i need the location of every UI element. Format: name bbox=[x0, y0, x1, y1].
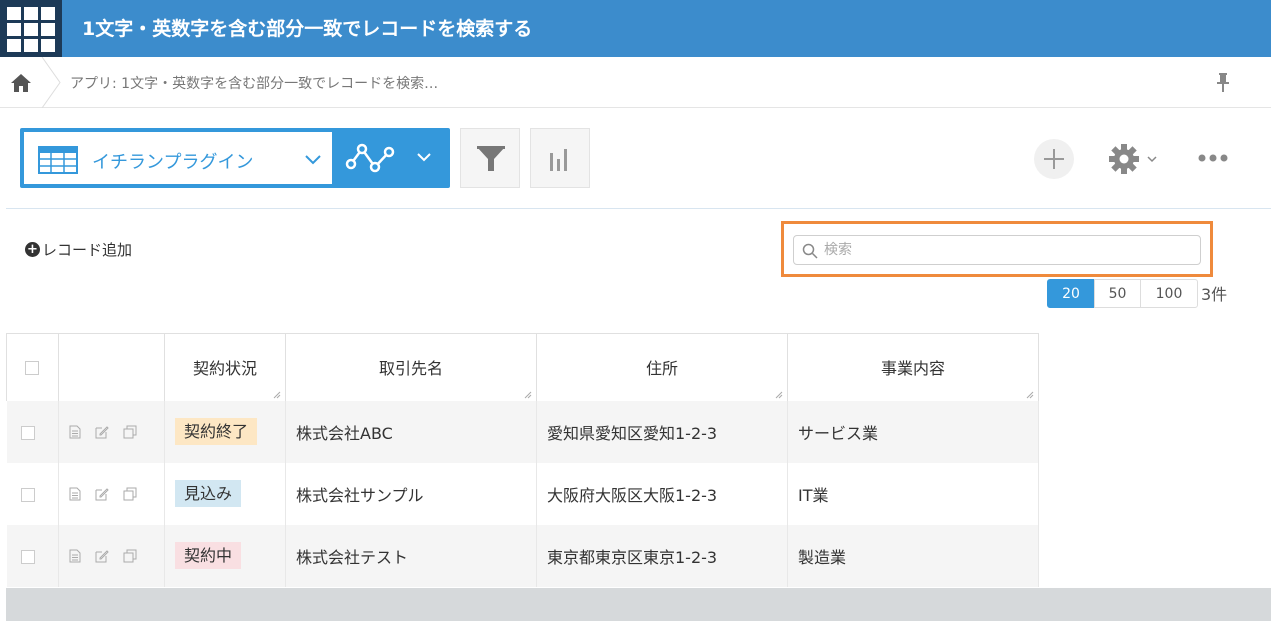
plus-circle-icon: + bbox=[25, 241, 40, 257]
add-record-link[interactable]: + レコード追加 bbox=[25, 238, 132, 260]
add-button[interactable] bbox=[1034, 139, 1074, 179]
page-size-50[interactable]: 50 bbox=[1094, 279, 1141, 308]
view-selector: イチランプラグイン bbox=[20, 128, 450, 188]
filter-icon bbox=[477, 146, 505, 171]
view-name: イチランプラグイン bbox=[92, 152, 254, 173]
page-size-100[interactable]: 100 bbox=[1140, 279, 1198, 308]
graph-chevron-down-icon[interactable] bbox=[416, 152, 432, 163]
bar-chart-icon bbox=[550, 149, 567, 171]
add-record-label: レコード追加 bbox=[42, 240, 133, 259]
copy-icon[interactable] bbox=[123, 549, 137, 563]
toolbar-divider bbox=[6, 208, 1271, 209]
app-header: 1文字・英数字を含む部分一致でレコードを検索する bbox=[0, 0, 1271, 57]
column-header-status[interactable]: 契約状況 bbox=[164, 333, 286, 401]
chevron-down-icon bbox=[305, 155, 321, 165]
resize-grip-icon[interactable] bbox=[524, 391, 532, 399]
graph-button[interactable] bbox=[530, 128, 590, 188]
more-icon bbox=[1198, 154, 1228, 162]
app-grid-icon[interactable] bbox=[0, 0, 62, 57]
table-view-icon bbox=[38, 146, 78, 174]
pin-icon[interactable] bbox=[1214, 71, 1232, 93]
search-icon bbox=[802, 243, 818, 259]
column-header-address[interactable]: 住所 bbox=[536, 333, 788, 401]
edit-icon[interactable] bbox=[95, 487, 109, 501]
company-cell: 株式会社テスト bbox=[285, 524, 537, 587]
table-row: 契約中 株式会社テスト 東京都東京区東京1-2-3 製造業 bbox=[6, 524, 1039, 587]
view-record-icon[interactable] bbox=[69, 487, 81, 501]
business-cell: サービス業 bbox=[787, 400, 1039, 463]
row-checkbox[interactable] bbox=[20, 425, 35, 440]
breadcrumb: アプリ: 1文字・英数字を含む部分一致でレコードを検索… bbox=[0, 57, 1271, 108]
row-checkbox[interactable] bbox=[20, 487, 35, 502]
view-dropdown[interactable]: イチランプラグイン bbox=[24, 132, 332, 184]
more-options-button[interactable] bbox=[1196, 150, 1232, 166]
business-cell: IT業 bbox=[787, 462, 1039, 525]
address-cell: 大阪府大阪区大阪1-2-3 bbox=[536, 462, 788, 525]
breadcrumb-app-link[interactable]: アプリ: 1文字・英数字を含む部分一致でレコードを検索… bbox=[70, 73, 438, 93]
settings-button[interactable] bbox=[1108, 142, 1164, 176]
status-badge: 契約終了 bbox=[175, 418, 258, 445]
copy-icon[interactable] bbox=[123, 487, 137, 501]
edit-icon[interactable] bbox=[95, 549, 109, 563]
select-all-header bbox=[6, 333, 59, 401]
footer-bar bbox=[6, 588, 1271, 621]
company-cell: 株式会社サンプル bbox=[285, 462, 537, 525]
company-cell: 株式会社ABC bbox=[285, 400, 537, 463]
record-count: 3件 bbox=[1201, 285, 1228, 304]
business-cell: 製造業 bbox=[787, 524, 1039, 587]
page-size-selector: 20 50 100 bbox=[1047, 279, 1198, 308]
search-input[interactable] bbox=[824, 239, 1194, 261]
resize-grip-icon[interactable] bbox=[775, 391, 783, 399]
table-row: 契約終了 株式会社ABC 愛知県愛知区愛知1-2-3 サービス業 bbox=[6, 400, 1039, 463]
address-cell: 愛知県愛知区愛知1-2-3 bbox=[536, 400, 788, 463]
view-record-icon[interactable] bbox=[69, 549, 81, 563]
column-header-business[interactable]: 事業内容 bbox=[787, 333, 1039, 401]
graph-view-icon[interactable] bbox=[344, 142, 402, 174]
row-checkbox[interactable] bbox=[20, 549, 35, 564]
copy-icon[interactable] bbox=[123, 425, 137, 439]
status-badge: 契約中 bbox=[175, 542, 242, 569]
records-table: 契約状況 取引先名 住所 事業内容 契約終了 株式会社ABC 愛知県愛知区愛知1… bbox=[6, 333, 1039, 587]
gear-icon bbox=[1109, 144, 1157, 174]
search-highlight-frame bbox=[781, 221, 1213, 277]
app-window: 1文字・英数字を含む部分一致でレコードを検索する アプリ: 1文字・英数字を含む… bbox=[0, 0, 1271, 621]
edit-icon[interactable] bbox=[95, 425, 109, 439]
column-header-company[interactable]: 取引先名 bbox=[285, 333, 537, 401]
table-header-row: 契約状況 取引先名 住所 事業内容 bbox=[6, 333, 1039, 401]
page-title: 1文字・英数字を含む部分一致でレコードを検索する bbox=[82, 18, 533, 40]
address-cell: 東京都東京区東京1-2-3 bbox=[536, 524, 788, 587]
table-row: 見込み 株式会社サンプル 大阪府大阪区大阪1-2-3 IT業 bbox=[6, 462, 1039, 525]
breadcrumb-separator bbox=[41, 57, 61, 108]
page-size-20[interactable]: 20 bbox=[1047, 279, 1095, 308]
select-all-checkbox[interactable] bbox=[25, 361, 39, 376]
home-icon[interactable] bbox=[8, 71, 34, 95]
filter-button[interactable] bbox=[460, 128, 520, 188]
view-record-icon[interactable] bbox=[69, 425, 81, 439]
search-box bbox=[793, 235, 1201, 265]
resize-grip-icon[interactable] bbox=[1026, 391, 1034, 399]
resize-grip-icon[interactable] bbox=[273, 391, 281, 399]
plus-icon bbox=[1044, 149, 1064, 169]
actions-header bbox=[58, 333, 165, 401]
status-badge: 見込み bbox=[175, 480, 242, 507]
